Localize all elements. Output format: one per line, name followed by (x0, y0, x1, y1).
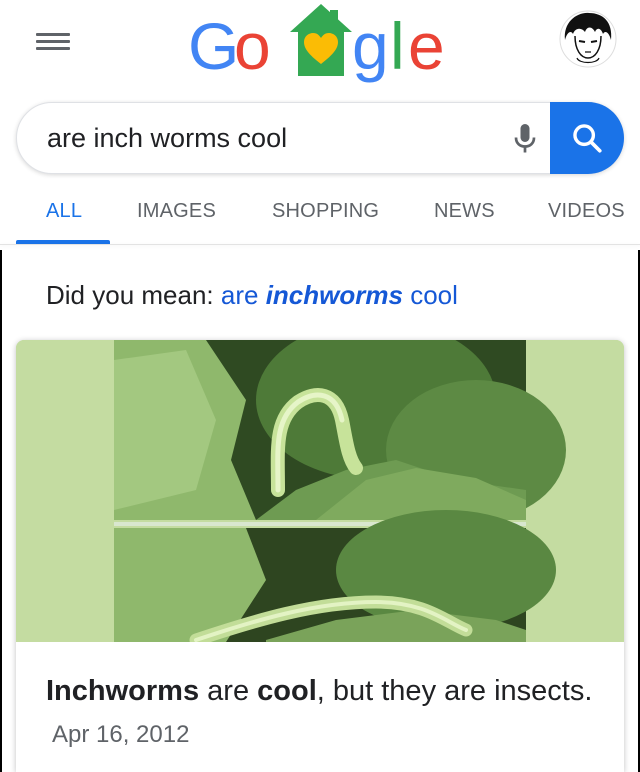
avatar-drawing (559, 10, 617, 68)
did-you-mean-link[interactable]: are inchworms cool (221, 280, 458, 310)
logo-letter-e: e (408, 9, 445, 83)
google-logo[interactable]: G o g l e (180, 0, 470, 96)
tab-images[interactable]: IMAGES (137, 200, 216, 223)
dym-link-post: cool (410, 280, 458, 310)
result-card[interactable]: Inchworms are cool, but they are insects… (16, 340, 624, 772)
snippet-date: Apr 16, 2012 (52, 721, 190, 748)
header: G o g l e are inch worms cool ALL IMAGES… (0, 0, 640, 250)
did-you-mean: Did you mean: are inchworms cool (46, 280, 458, 311)
tab-videos[interactable]: VIDEOS (548, 200, 625, 223)
did-you-mean-prefix: Did you mean: (46, 280, 214, 310)
search-tabs: ALL IMAGES SHOPPING NEWS VIDEOS (0, 186, 640, 244)
search-input[interactable] (47, 120, 467, 156)
inchworm-photo[interactable] (16, 340, 624, 647)
tabs-divider (0, 244, 640, 245)
logo-letter-o: o (234, 9, 271, 83)
logo-letter-g: G (188, 9, 239, 83)
logo-letter-g-lower: g (352, 9, 389, 83)
user-avatar-icon[interactable] (559, 10, 617, 68)
menu-bar-icon (36, 47, 70, 50)
snippet-bold-2: cool (257, 675, 317, 707)
snippet-mid-1: are (207, 675, 250, 707)
dym-link-pre: are (220, 280, 259, 310)
inchworm-photo-drawing (16, 340, 624, 647)
magnifier-icon (573, 124, 602, 153)
tab-news[interactable]: NEWS (434, 200, 495, 223)
microphone-glyph (514, 124, 536, 153)
dym-link-bold: inchworms (265, 280, 403, 310)
house-heart-icon (290, 4, 352, 76)
search-bar (16, 102, 624, 174)
snippet-rest: , but they are insects. (316, 675, 593, 707)
microphone-icon[interactable] (507, 121, 543, 157)
tab-shopping[interactable]: SHOPPING (272, 200, 379, 223)
menu-bar-icon (36, 40, 70, 43)
logo-letter-l: l (390, 9, 405, 83)
menu-bar-icon (36, 33, 70, 36)
tab-all[interactable]: ALL (46, 200, 82, 223)
snippet-bold-1: Inchworms (46, 675, 200, 707)
hamburger-menu-icon[interactable] (36, 32, 70, 58)
result-snippet: Inchworms are cool, but they are insects… (46, 670, 606, 756)
search-button[interactable] (550, 102, 624, 174)
